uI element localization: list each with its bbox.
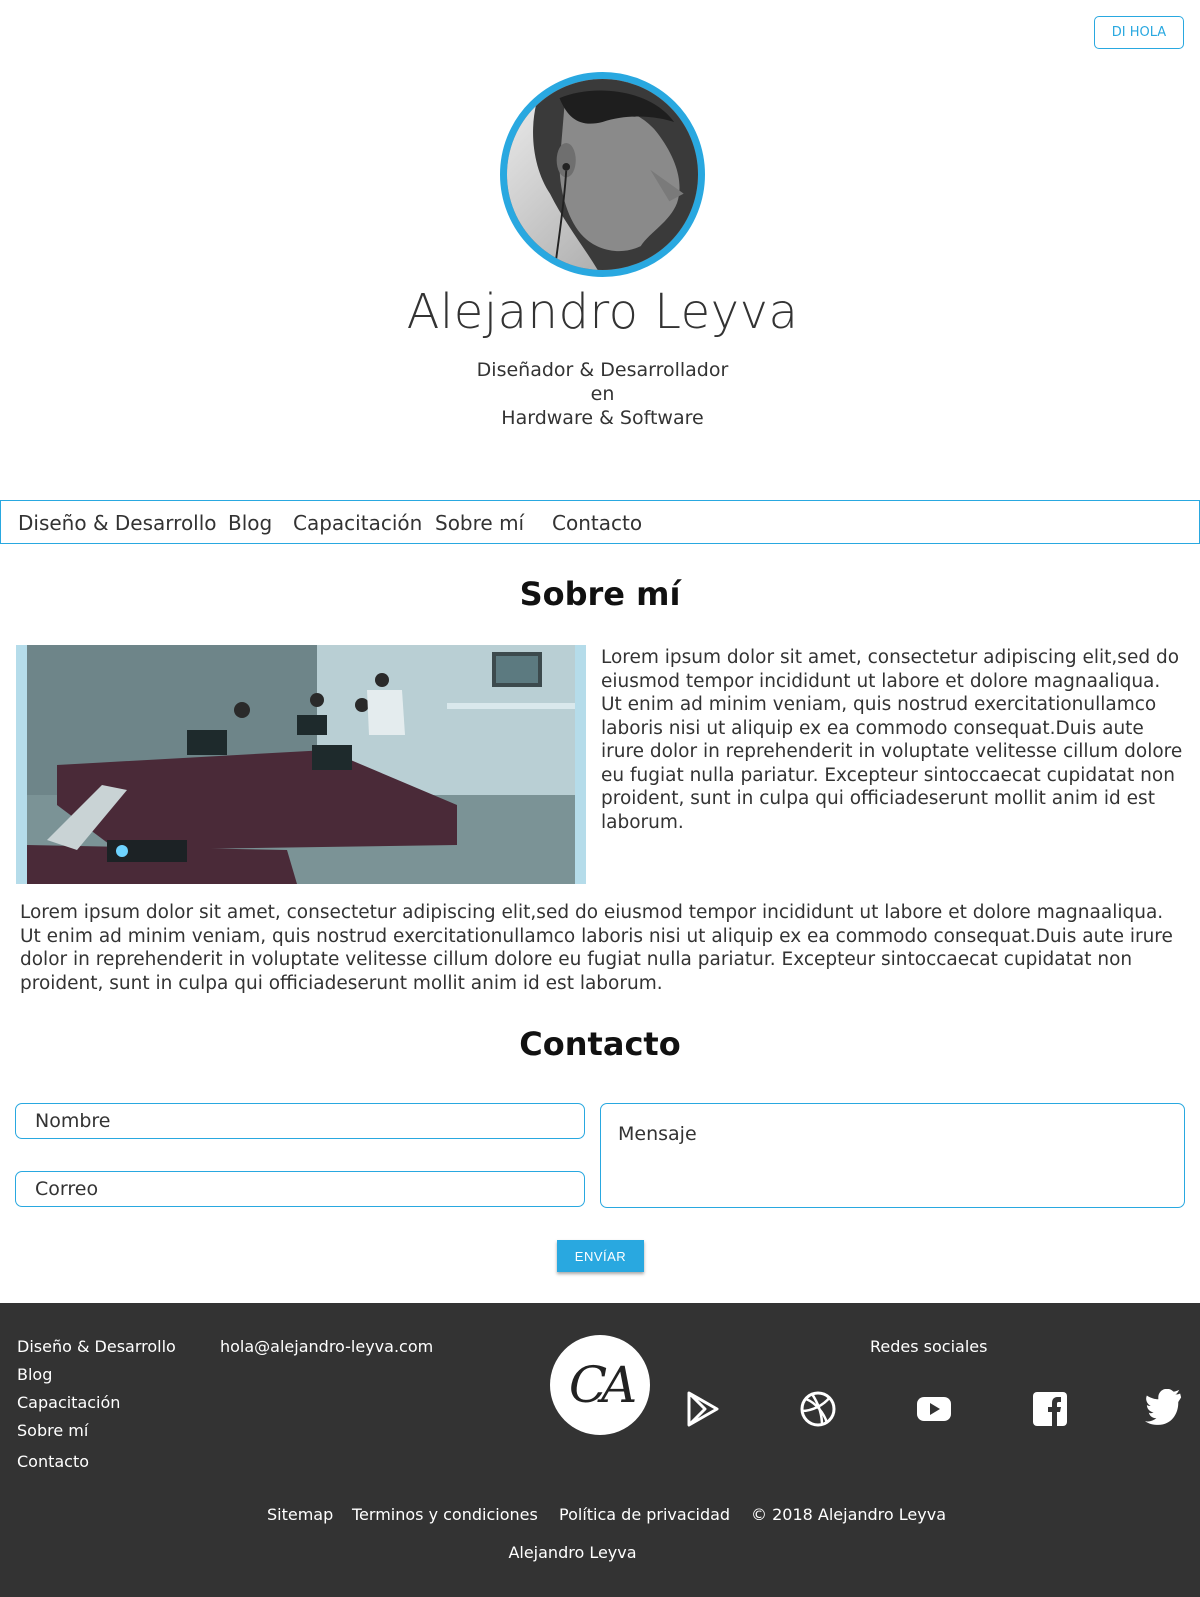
- footer-link-about[interactable]: Sobre mí: [17, 1421, 88, 1440]
- footer-copyright: © 2018 Alejandro Leyva: [751, 1505, 946, 1524]
- subtitle-line: Diseñador & Desarrollador: [476, 359, 729, 381]
- main-nav: Diseño & Desarrollo Blog Capacitación So…: [0, 500, 1200, 544]
- social-title: Redes sociales: [870, 1337, 988, 1356]
- classroom-image: [27, 645, 575, 884]
- subtitle-line: Hardware & Software: [501, 407, 704, 429]
- about-photo: [16, 645, 586, 884]
- nav-item-contact[interactable]: Contacto: [552, 511, 642, 535]
- nav-item-training[interactable]: Capacitación: [293, 511, 422, 535]
- profile-subtitle: Diseñador & Desarrollador en Hardware & …: [0, 358, 1200, 430]
- footer-link-contact[interactable]: Contacto: [17, 1452, 89, 1471]
- nav-item-blog[interactable]: Blog: [228, 511, 272, 535]
- message-textarea[interactable]: [600, 1103, 1185, 1208]
- footer-author: Alejandro Leyva: [508, 1543, 637, 1562]
- profile-name: Alejandro Leyva: [406, 284, 799, 340]
- about-paragraph-full: Lorem ipsum dolor sit amet, consectetur …: [20, 902, 1173, 994]
- about-title: Sobre mí: [519, 575, 681, 613]
- name-input[interactable]: [15, 1103, 585, 1139]
- footer-link-training[interactable]: Capacitación: [17, 1393, 120, 1412]
- logo-monogram: CA: [568, 1356, 637, 1414]
- contact-title: Contacto: [519, 1025, 681, 1063]
- nav-item-design[interactable]: Diseño & Desarrollo: [18, 511, 217, 535]
- send-button[interactable]: ENVÍAR: [557, 1240, 644, 1272]
- profile-photo: [507, 79, 698, 270]
- footer-link-blog[interactable]: Blog: [17, 1365, 52, 1384]
- subtitle-line: en: [590, 383, 615, 405]
- nav-item-about[interactable]: Sobre mí: [435, 511, 524, 535]
- footer-sitemap-link[interactable]: Sitemap: [267, 1505, 333, 1524]
- footer: Diseño & Desarrollo Blog Capacitación So…: [0, 1303, 1200, 1597]
- brand-logo[interactable]: CA: [550, 1335, 650, 1435]
- google-play-icon[interactable]: [683, 1389, 723, 1429]
- twitter-icon[interactable]: [1145, 1389, 1185, 1429]
- youtube-icon[interactable]: [914, 1389, 954, 1429]
- avatar: [500, 72, 705, 277]
- say-hello-button[interactable]: DI HOLA: [1094, 16, 1184, 49]
- footer-terms-link[interactable]: Terminos y condiciones: [352, 1505, 538, 1524]
- about-paragraph: Lorem ipsum dolor sit amet, consectetur …: [601, 647, 1183, 833]
- footer-email-link[interactable]: hola@alejandro-leyva.com: [220, 1337, 433, 1356]
- dribbble-icon[interactable]: [798, 1389, 838, 1429]
- footer-link-design[interactable]: Diseño & Desarrollo: [17, 1337, 176, 1356]
- email-input[interactable]: [15, 1171, 585, 1207]
- footer-privacy-link[interactable]: Política de privacidad: [559, 1505, 730, 1524]
- facebook-icon[interactable]: [1030, 1389, 1070, 1429]
